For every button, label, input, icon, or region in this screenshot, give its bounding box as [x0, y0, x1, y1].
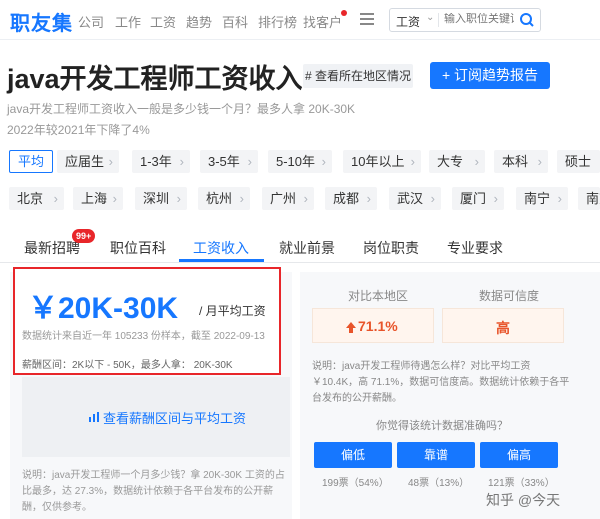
salary-unit-label: / 月平均工资 — [199, 304, 266, 318]
comparison-explanation-line: ￥10.4K，高 71.1%，数据可信度高。数据统计依赖于各平 — [312, 377, 570, 388]
filter-average[interactable]: 平均 — [9, 150, 54, 173]
tabs-divider — [0, 262, 600, 263]
chevron-right-icon: › — [430, 191, 435, 206]
vote-low-button[interactable]: 偏低 — [314, 442, 392, 468]
city-nanning[interactable]: 南宁 › — [516, 187, 568, 210]
accuracy-question: 你觉得该统计数据准确吗？ — [376, 420, 508, 432]
filter-bachelor[interactable]: 本科 › — [494, 150, 548, 173]
search-input[interactable] — [444, 13, 514, 25]
tab-latest-jobs[interactable]: 最新招聘 — [24, 238, 80, 258]
city-shanghai[interactable]: 上海 › — [73, 187, 123, 210]
menu-icon[interactable] — [360, 13, 374, 25]
chevron-right-icon: › — [303, 191, 308, 206]
chevron-right-icon: › — [366, 191, 371, 206]
chevron-right-icon: › — [53, 191, 58, 206]
filter-college[interactable]: 大专 › — [429, 150, 485, 173]
filter-1-3-years[interactable]: 1-3年 › — [132, 150, 190, 173]
city-nanjing[interactable]: 南京 — [578, 187, 600, 210]
page-title: java开发工程师工资收入 — [7, 64, 303, 94]
city-hangzhou[interactable]: 杭州 › — [198, 187, 250, 210]
chevron-right-icon: › — [537, 154, 542, 169]
chevron-right-icon: › — [112, 191, 117, 206]
city-shenzhen[interactable]: 深圳 › — [135, 187, 187, 210]
nav-link-company[interactable]: 公司 — [78, 12, 104, 31]
view-region-button[interactable]: # 查看所在地区情况 — [303, 64, 413, 88]
filter-5-10-years[interactable]: 5-10年 › — [268, 150, 332, 173]
view-salary-chart-button[interactable]: 查看薪酬区间与平均工资 — [103, 408, 246, 427]
top-nav: 职友集 公司 工作 工资 趋势 百科 排行榜 找客户 工资 ⌄ — [0, 0, 600, 40]
city-guangzhou[interactable]: 广州 › — [262, 187, 314, 210]
chevron-right-icon: › — [410, 154, 415, 169]
zhihu-watermark: 知乎 @今天 — [486, 492, 561, 508]
trend-summary: 2022年较2021年下降了4% — [7, 123, 150, 137]
filter-graduate[interactable]: 应届生 › — [57, 150, 119, 173]
credibility-value: 高 — [496, 320, 510, 336]
local-comparison-label: 对比本地区 — [348, 289, 409, 303]
vote-low-count: 199票（54%） — [322, 478, 389, 489]
chevron-down-icon: ⌄ — [426, 12, 435, 23]
tab-salary-income[interactable]: 工资收入 — [193, 238, 249, 258]
tab-employment-prospects[interactable]: 就业前景 — [279, 238, 335, 258]
page-description: java开发工程师工资收入一般是多少钱一个月？最多人拿 20K-30K — [7, 102, 356, 116]
vote-reliable-count: 48票（13%） — [408, 478, 470, 489]
filter-3-5-years[interactable]: 3-5年 › — [200, 150, 258, 173]
salary-range-note: 薪酬区间：2K以下 - 50K，最多人拿： 20K-30K — [22, 360, 233, 371]
comparison-explanation-line: 台发布的公开薪酬。 — [312, 393, 402, 404]
search-icon[interactable] — [515, 10, 539, 30]
chevron-right-icon: › — [247, 154, 252, 169]
nav-link-wiki[interactable]: 百科 — [222, 12, 248, 31]
subscribe-trend-button[interactable]: + 订阅趋势报告 — [430, 62, 550, 89]
tab-major-requirements[interactable]: 专业要求 — [447, 238, 503, 258]
bar-chart-icon — [88, 410, 100, 422]
chevron-right-icon: › — [493, 191, 498, 206]
notification-dot — [341, 10, 347, 16]
search-box: 工资 ⌄ — [389, 8, 541, 32]
vote-high-button[interactable]: 偏高 — [480, 442, 558, 468]
vote-reliable-button[interactable]: 靠谱 — [397, 442, 475, 468]
filter-10-plus-years[interactable]: 10年以上 › — [343, 150, 421, 173]
chevron-right-icon: › — [108, 154, 113, 169]
local-comparison-value: 71.1% — [358, 318, 398, 334]
nav-link-ranking[interactable]: 排行榜 — [258, 12, 297, 31]
nav-link-trend[interactable]: 趋势 — [186, 12, 212, 31]
divider — [438, 13, 439, 27]
tab-position-wiki[interactable]: 职位百科 — [110, 238, 166, 258]
average-salary-value: ￥20K-30K — [28, 292, 179, 325]
city-xiamen[interactable]: 厦门 › — [452, 187, 504, 210]
chevron-right-icon: › — [557, 191, 562, 206]
city-beijing[interactable]: 北京 › — [9, 187, 64, 210]
vote-high-count: 121票（33%） — [488, 478, 555, 489]
chevron-right-icon: › — [239, 191, 244, 206]
nav-link-find-customer[interactable]: 找客户 — [303, 12, 342, 31]
city-wuhan[interactable]: 武汉 › — [389, 187, 441, 210]
site-logo[interactable]: 职友集 — [10, 7, 73, 36]
nav-link-jobs[interactable]: 工作 — [115, 12, 141, 31]
nav-link-salary[interactable]: 工资 — [150, 12, 176, 31]
chevron-right-icon: › — [176, 191, 181, 206]
chevron-right-icon: › — [321, 154, 326, 169]
search-category-select[interactable]: 工资 — [396, 13, 420, 30]
credibility-label: 数据可信度 — [479, 289, 540, 303]
arrow-up-icon — [346, 320, 356, 333]
city-chengdu[interactable]: 成都 › — [325, 187, 377, 210]
tab-job-duties[interactable]: 岗位职责 — [363, 238, 419, 258]
chevron-right-icon: › — [474, 154, 479, 169]
comparison-explanation-line: 说明：java开发工程师待遇怎么样？对比平均工资 — [312, 361, 531, 372]
filter-master[interactable]: 硕士 — [557, 150, 600, 173]
sample-statistics-note: 数据统计来自近一年 105233 份样本，截至 2022-09-13 — [22, 331, 265, 342]
salary-explanation-line: 比最多，达 27.3%，数据统计依赖于各平台发布的公开薪 — [22, 486, 274, 497]
chevron-right-icon: › — [179, 154, 184, 169]
jobs-count-badge: 99+ — [72, 229, 96, 243]
salary-explanation-line: 说明：java开发工程师一个月多少钱？拿 20K-30K 工资的占 — [22, 470, 285, 481]
salary-explanation-line: 酬，仅供参考。 — [22, 502, 92, 513]
